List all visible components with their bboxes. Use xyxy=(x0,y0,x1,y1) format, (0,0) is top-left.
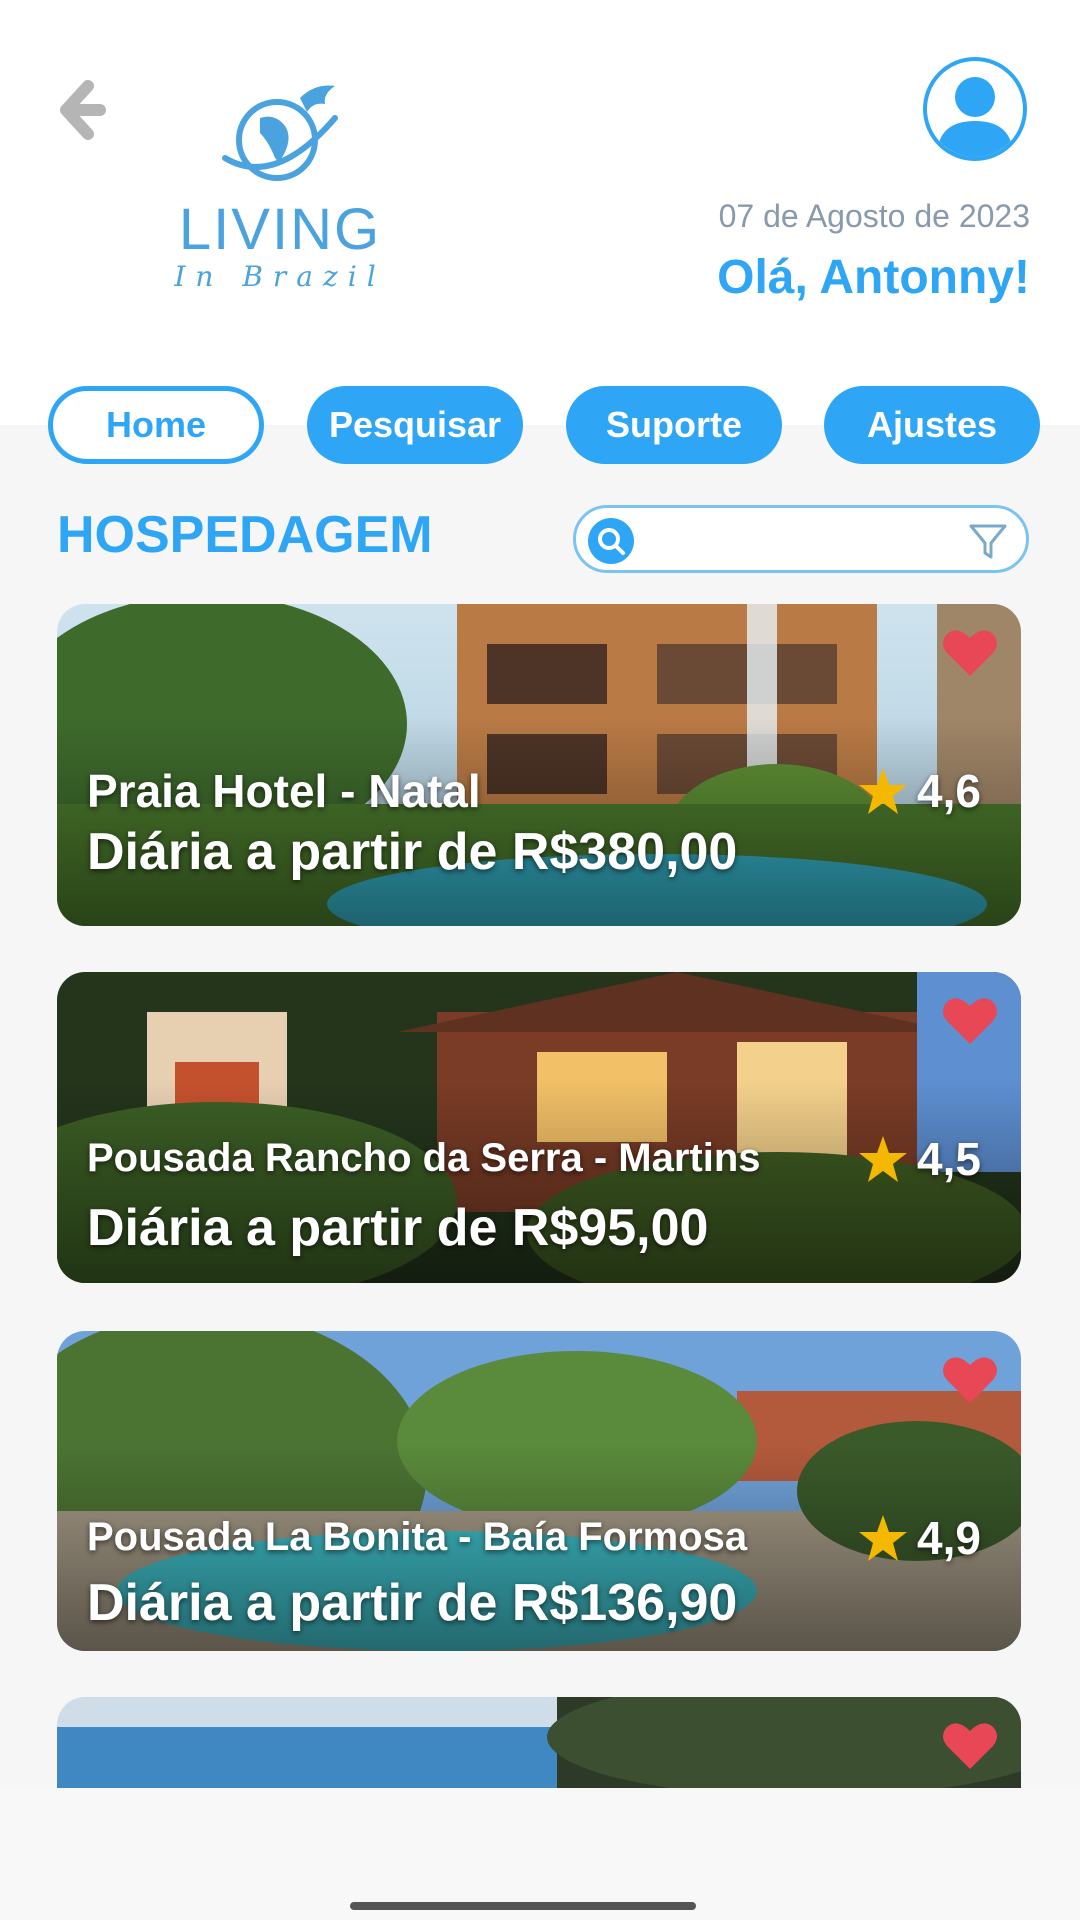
app-logo: LIVING In Brazil xyxy=(170,78,390,300)
listing-rating: 4,6 xyxy=(857,764,981,818)
search-input[interactable] xyxy=(646,516,940,566)
rating-value: 4,6 xyxy=(917,765,981,817)
listing-card[interactable]: Pousada Rancho da Serra - Martins Diária… xyxy=(57,972,1021,1283)
tab-ajustes[interactable]: Ajustes xyxy=(824,386,1040,464)
tab-pesquisar[interactable]: Pesquisar xyxy=(307,386,523,464)
globe-bird-logo-icon xyxy=(222,85,338,181)
listing-card[interactable]: Praia Hotel - Natal Diária a partir de R… xyxy=(57,604,1021,926)
heart-icon[interactable] xyxy=(941,1353,999,1405)
listing-name: Praia Hotel - Natal xyxy=(87,765,481,817)
listing-name: Pousada Rancho da Serra - Martins xyxy=(87,1136,761,1180)
listing-price: Diária a partir de R$380,00 xyxy=(87,823,738,881)
tab-home[interactable]: Home xyxy=(48,386,264,464)
listing-rating: 4,5 xyxy=(857,1132,981,1186)
profile-icon xyxy=(937,77,1013,157)
listing-rating: 4,9 xyxy=(857,1511,981,1565)
profile-avatar-button[interactable] xyxy=(923,57,1027,161)
heart-icon[interactable] xyxy=(941,626,999,678)
rating-value: 4,5 xyxy=(917,1133,981,1185)
logo-title: LIVING xyxy=(178,197,382,262)
current-date: 07 de Agosto de 2023 xyxy=(718,198,1030,234)
home-indicator[interactable] xyxy=(350,1902,696,1910)
rating-value: 4,9 xyxy=(917,1512,981,1564)
listing-card[interactable]: Pousada La Bonita - Baía Formosa Diária … xyxy=(57,1331,1021,1651)
tab-suporte[interactable]: Suporte xyxy=(566,386,782,464)
search-bar xyxy=(573,505,1029,573)
section-title: HOSPEDAGEM xyxy=(57,506,433,564)
bottom-bar xyxy=(0,1788,1080,1920)
listing-name: Pousada La Bonita - Baía Formosa xyxy=(87,1515,748,1559)
heart-icon[interactable] xyxy=(941,994,999,1046)
back-arrow-icon[interactable] xyxy=(58,80,108,140)
logo-subtitle: In Brazil xyxy=(174,260,386,293)
star-icon xyxy=(859,1515,908,1561)
nav-tabs: Home Pesquisar Suporte Ajustes xyxy=(48,386,1040,464)
star-icon xyxy=(859,768,908,814)
star-icon xyxy=(859,1136,908,1182)
greeting-text: Olá, Antonny! xyxy=(717,251,1030,304)
heart-icon[interactable] xyxy=(941,1719,999,1771)
listing-price: Diária a partir de R$136,90 xyxy=(87,1574,738,1632)
filter-icon[interactable] xyxy=(968,522,1008,562)
listing-price: Diária a partir de R$95,00 xyxy=(87,1199,709,1257)
search-icon[interactable] xyxy=(588,518,634,564)
